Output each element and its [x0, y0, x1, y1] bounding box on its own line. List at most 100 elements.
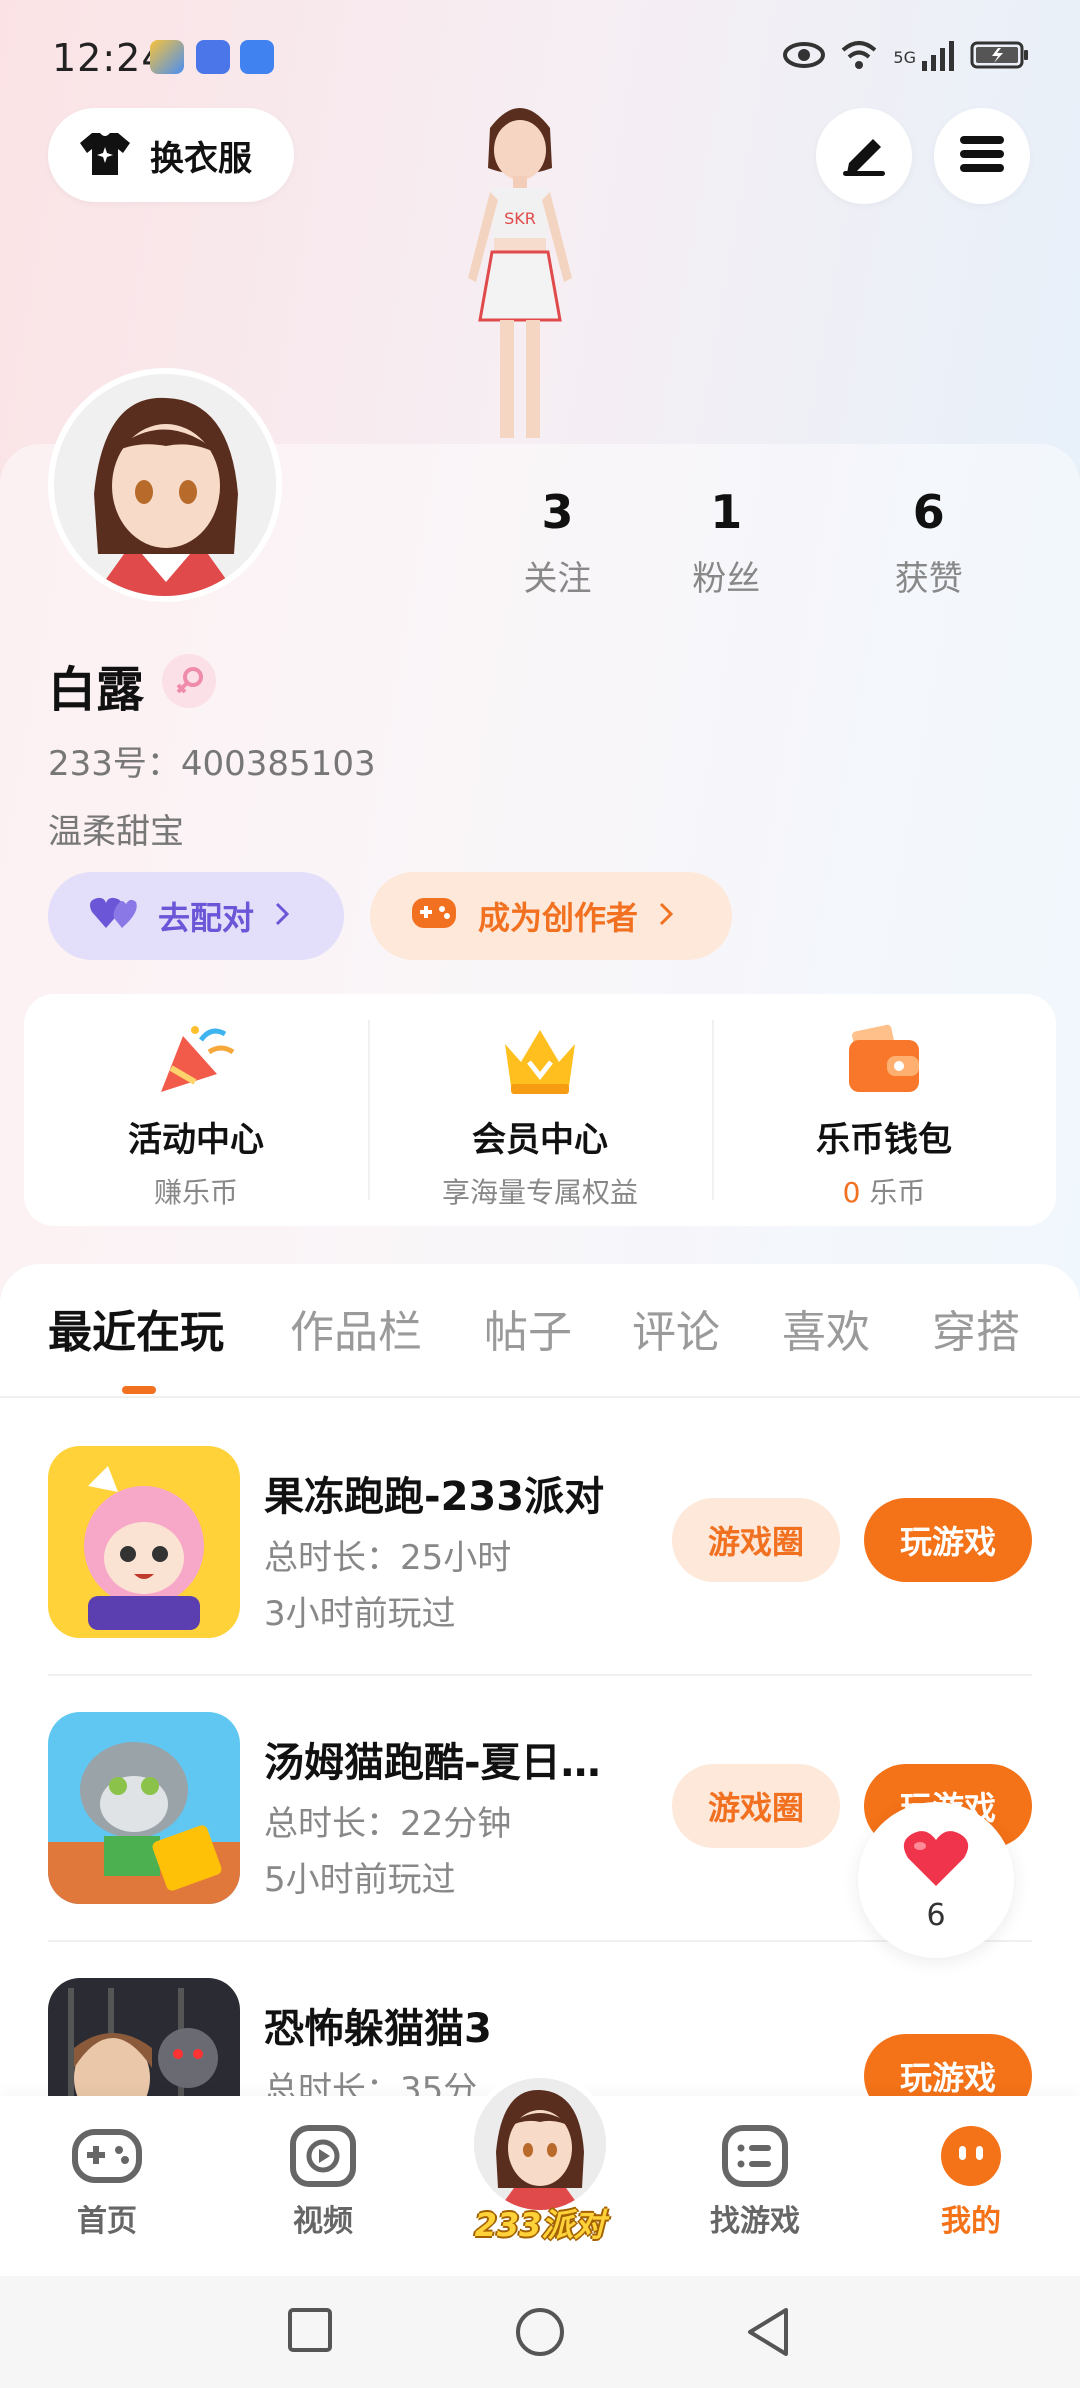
stat-following-value: 3: [541, 485, 574, 539]
stat-likes-value: 6: [912, 485, 945, 539]
coin-wallet-entry[interactable]: 乐币钱包 0 乐币: [712, 994, 1056, 1226]
menu-icon: [958, 134, 1006, 178]
menu-button[interactable]: [934, 108, 1030, 204]
activity-center-title: 活动中心: [128, 1120, 264, 1160]
game-circle-button[interactable]: 游戏圈: [672, 1498, 840, 1582]
system-navigation-bar: [0, 2276, 1080, 2388]
tab-posts[interactable]: 帖子: [484, 1296, 572, 1360]
nav-me[interactable]: 我的: [896, 2124, 1046, 2240]
game-name: 汤姆猫跑酷-夏日…: [264, 1740, 601, 1786]
row-divider: [48, 1940, 1032, 1942]
nav-video[interactable]: 视频: [248, 2124, 398, 2240]
nav-home[interactable]: 首页: [32, 2124, 182, 2240]
tab-likes[interactable]: 喜欢: [782, 1296, 870, 1360]
game-thumbnail[interactable]: [48, 1446, 240, 1638]
status-icons: 5G: [783, 38, 1030, 76]
nav-find-games-label: 找游戏: [710, 2204, 800, 2239]
change-outfit-button[interactable]: 换衣服: [48, 108, 294, 202]
chevron-right-icon: [658, 897, 674, 935]
floating-like-button[interactable]: 6: [858, 1802, 1014, 1958]
party-avatar: [468, 2072, 612, 2216]
game-duration: 总时长：35分: [264, 2070, 478, 2096]
vip-center-entry[interactable]: 会员中心 享海量专属权益: [368, 994, 712, 1226]
profile-stats: 3 关注 1 粉丝 6 获赞: [490, 485, 1030, 600]
profile-bio: 温柔甜宝: [48, 812, 184, 852]
battery-icon: [970, 40, 1030, 74]
tab-indicator: [122, 1386, 156, 1394]
coin-unit: 乐币: [869, 1176, 926, 1209]
stat-following[interactable]: 3 关注: [490, 485, 625, 600]
list-icon: [719, 2124, 791, 2188]
coin-balance: 0: [842, 1176, 861, 1209]
game-last-played: 3小时前玩过: [264, 1594, 456, 1634]
stat-fans[interactable]: 1 粉丝: [625, 485, 828, 600]
game-circle-button[interactable]: 游戏圈: [672, 1764, 840, 1848]
play-game-button[interactable]: 玩游戏: [864, 1498, 1032, 1582]
play-game-button[interactable]: 玩游戏: [864, 2034, 1032, 2096]
tab-comments[interactable]: 评论: [632, 1296, 720, 1360]
gamepad-icon: [71, 2124, 143, 2188]
pen-icon: [839, 131, 889, 181]
tab-recently-played[interactable]: 最近在玩: [48, 1296, 224, 1360]
network-type-label: 5G: [893, 47, 916, 67]
vip-center-title: 会员中心: [472, 1120, 608, 1160]
wallet-icon: [843, 1022, 925, 1098]
game-thumbnail[interactable]: [48, 1978, 240, 2096]
wifi-icon: [839, 38, 879, 76]
back-triangle-icon[interactable]: [744, 2306, 792, 2362]
profile-tabs: 最近在玩 作品栏 帖子 评论 喜欢 穿搭: [0, 1296, 1080, 1396]
game-duration: 总时长：22分钟: [264, 1804, 512, 1844]
svg-text:SKR: SKR: [504, 209, 536, 228]
nav-party-button[interactable]: 233派对: [460, 2060, 620, 2244]
hearts-icon: [88, 892, 138, 940]
video-play-icon: [287, 2124, 359, 2188]
recent-apps-icon[interactable]: [286, 2306, 334, 2358]
eye-icon: [783, 40, 826, 74]
tab-divider: [0, 1396, 1080, 1398]
become-creator-button[interactable]: 成为创作者: [370, 872, 732, 960]
party-popper-icon: [155, 1022, 237, 1098]
game-thumbnail[interactable]: [48, 1712, 240, 1904]
nav-home-label: 首页: [77, 2204, 137, 2239]
edit-profile-button[interactable]: [816, 108, 912, 204]
notification-app-icon: [150, 40, 184, 74]
profile-face-icon: [935, 2124, 1007, 2188]
nav-me-label: 我的: [941, 2204, 1001, 2239]
notification-app2-icon: [240, 40, 274, 74]
change-outfit-label: 换衣服: [150, 138, 252, 179]
game-duration: 总时长：25小时: [264, 1538, 512, 1578]
stat-fans-value: 1: [710, 485, 743, 539]
home-circle-icon[interactable]: [514, 2306, 566, 2362]
coin-wallet-sub: 0 乐币: [712, 1171, 1056, 1211]
activity-center-sub: 赚乐币: [153, 1176, 238, 1209]
party-badge: 233派对: [474, 2206, 606, 2244]
profile-uid: 233号：400385103: [48, 744, 376, 784]
game-last-played: 5小时前玩过: [264, 1860, 456, 1900]
notification-mail-icon: [196, 40, 230, 74]
creator-label: 成为创作者: [478, 899, 639, 937]
nav-find-games[interactable]: 找游戏: [680, 2124, 830, 2240]
like-count: 6: [926, 1898, 946, 1933]
activity-center-entry[interactable]: 活动中心 赚乐币: [24, 994, 368, 1226]
stat-following-label: 关注: [523, 559, 592, 599]
female-gender-icon: [162, 654, 216, 708]
match-button[interactable]: 去配对: [48, 872, 344, 960]
quick-entries: 活动中心 赚乐币 会员中心 享海量专属权益 乐币钱包 0 乐币: [24, 994, 1056, 1226]
vip-center-sub: 享海量专属权益: [441, 1176, 638, 1209]
stat-likes[interactable]: 6 获赞: [828, 485, 1031, 600]
tab-outfits[interactable]: 穿搭: [932, 1296, 1020, 1360]
stat-likes-label: 获赞: [894, 559, 963, 599]
coin-wallet-title: 乐币钱包: [816, 1120, 952, 1160]
match-label: 去配对: [158, 899, 255, 937]
signal-icon: [920, 39, 956, 75]
nav-video-label: 视频: [293, 2204, 353, 2239]
tab-works[interactable]: 作品栏: [290, 1296, 422, 1360]
profile-name: 白露: [48, 662, 145, 718]
chevron-right-icon: [274, 897, 290, 935]
gamepad-icon: [410, 892, 458, 940]
heart-icon: [902, 1828, 970, 1892]
avatar-character-figure[interactable]: SKR: [420, 88, 620, 448]
profile-avatar[interactable]: [48, 368, 282, 602]
crown-icon: [499, 1022, 581, 1098]
game-name: 恐怖躲猫猫3: [264, 2006, 492, 2052]
